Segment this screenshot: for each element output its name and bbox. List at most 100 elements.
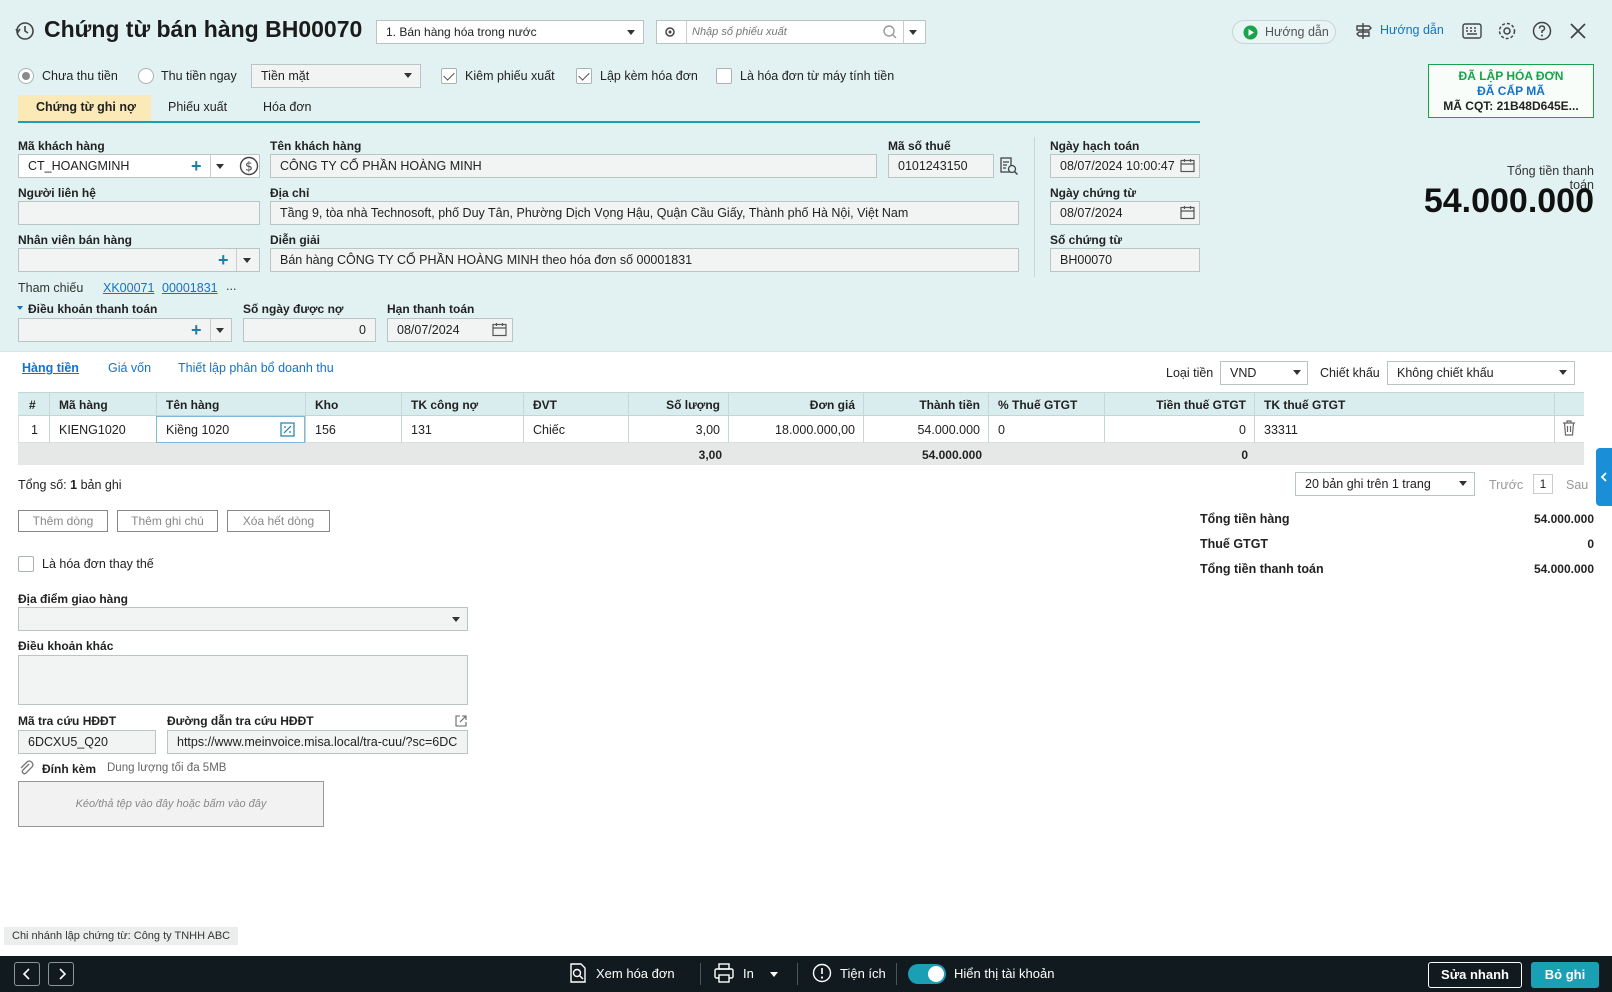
page-title: Chứng từ bán hàng BH00070	[44, 16, 363, 42]
add-row-button[interactable]: Thêm dòng	[18, 510, 108, 532]
tax-code-label: Mã số thuế	[888, 139, 951, 153]
lookup-url-field[interactable]: https://www.meinvoice.misa.local/tra-cuu…	[167, 730, 468, 754]
subtab-goods[interactable]: Hàng tiền	[22, 361, 79, 375]
posting-date-field[interactable]: 08/07/2024 10:00:47	[1050, 154, 1200, 178]
reference-link-export[interactable]: XK00071	[103, 281, 154, 295]
tab-invoice[interactable]: Hóa đơn	[263, 100, 312, 114]
calendar-icon[interactable]	[1180, 158, 1195, 173]
cell-vat-account[interactable]: 33311	[1264, 423, 1298, 437]
contact-label: Người liên hệ	[18, 186, 96, 200]
cell-unit[interactable]: Chiếc	[533, 423, 565, 437]
cell-qty[interactable]: 3,00	[630, 423, 720, 437]
add-staff-icon[interactable]: +	[218, 251, 229, 269]
chevron-down-icon[interactable]	[770, 972, 778, 977]
cell-name[interactable]: Kiềng 1020	[166, 423, 229, 437]
doc-no-field[interactable]: BH00070	[1050, 248, 1200, 272]
cell-price[interactable]: 18.000.000,00	[730, 423, 855, 437]
subtab-cost[interactable]: Giá vốn	[108, 361, 151, 375]
payment-method-select[interactable]: Tiền mặt	[251, 64, 421, 88]
lookup-code-field[interactable]: 6DCXU5_Q20	[18, 730, 156, 754]
reference-link-invoice[interactable]: 00001831	[162, 281, 218, 295]
customer-name-field[interactable]: CÔNG TY CỔ PHẦN HOÀNG MINH	[270, 154, 877, 178]
doc-date-field[interactable]: 08/07/2024	[1050, 201, 1200, 225]
quick-edit-button[interactable]: Sửa nhanh	[1428, 962, 1522, 988]
chevron-down-icon[interactable]	[243, 258, 251, 263]
sale-type-value: 1. Bán hàng hóa trong nước	[386, 25, 537, 39]
col-header-vat-amount: Tiền thuế GTGT	[1156, 398, 1246, 412]
close-icon[interactable]	[1569, 22, 1587, 40]
cell-vat-amount[interactable]: 0	[1106, 423, 1246, 437]
external-link-icon[interactable]	[455, 715, 467, 727]
chevron-down-icon	[1459, 481, 1467, 486]
gear-icon[interactable]	[663, 25, 677, 39]
item-detail-icon[interactable]	[280, 422, 295, 437]
search-icon[interactable]	[882, 24, 898, 40]
dollar-icon[interactable]: $	[239, 156, 259, 176]
other-terms-field[interactable]	[18, 655, 468, 705]
delivery-select[interactable]	[18, 607, 468, 631]
credit-days-field[interactable]: 0	[243, 318, 376, 342]
trash-icon[interactable]	[1562, 420, 1576, 436]
col-header-vat-rate: % Thuế GTGT	[998, 398, 1078, 412]
record-count-suffix: bản ghi	[80, 478, 122, 492]
address-field[interactable]: Tầng 9, tòa nhà Technosoft, phố Duy Tân,…	[270, 201, 1019, 225]
print-button[interactable]: In	[743, 966, 754, 981]
export-checkbox[interactable]	[441, 68, 457, 84]
current-page[interactable]: 1	[1533, 474, 1553, 494]
cell-account[interactable]: 131	[411, 423, 432, 437]
radio-paid[interactable]	[138, 68, 154, 84]
contact-field[interactable]	[18, 201, 260, 225]
utilities-button[interactable]: Tiện ích	[840, 966, 886, 981]
col-header-name: Tên hàng	[166, 398, 220, 412]
chevron-left-icon	[22, 968, 30, 980]
video-guide-label: Hướng dẫn	[1265, 25, 1329, 39]
file-drop-zone[interactable]: Kéo/thả tệp vào đây hoặc bấm vào đây	[18, 781, 324, 827]
add-payment-term-icon[interactable]: +	[191, 321, 202, 339]
chevron-down-icon	[1559, 370, 1567, 375]
guide-link[interactable]: Hướng dẫn	[1380, 23, 1444, 37]
cell-vat-rate[interactable]: 0	[998, 423, 1005, 437]
history-icon[interactable]	[14, 20, 36, 42]
delete-all-rows-button[interactable]: Xóa hết dòng	[227, 510, 330, 532]
add-customer-icon[interactable]: +	[191, 157, 202, 175]
unpost-button[interactable]: Bỏ ghi	[1531, 962, 1599, 988]
next-page[interactable]: Sau	[1566, 478, 1588, 492]
keyboard-icon[interactable]	[1462, 23, 1482, 39]
tab-export-slip[interactable]: Phiếu xuất	[168, 100, 227, 114]
customer-name-value: CÔNG TY CỔ PHẦN HOÀNG MINH	[280, 159, 482, 173]
help-icon[interactable]	[1532, 21, 1552, 41]
settings-icon[interactable]	[1497, 21, 1517, 41]
replace-invoice-checkbox[interactable]	[18, 556, 34, 572]
subtab-revenue-allocation[interactable]: Thiết lập phân bổ doanh thu	[178, 361, 334, 375]
prev-page[interactable]: Trước	[1489, 478, 1523, 492]
payment-terms-label: Điều khoản thanh toán	[28, 302, 158, 316]
discount-select[interactable]: Không chiết khấu	[1387, 361, 1575, 385]
calendar-icon[interactable]	[492, 322, 507, 337]
radio-unpaid[interactable]	[18, 68, 34, 84]
invoice-checkbox[interactable]	[576, 68, 592, 84]
chevron-down-icon[interactable]	[216, 164, 224, 169]
svg-text:$: $	[245, 160, 253, 174]
cell-warehouse[interactable]: 156	[315, 423, 336, 437]
add-note-button[interactable]: Thêm ghi chú	[117, 510, 218, 532]
signpost-icon[interactable]	[1354, 21, 1374, 41]
chevron-down-icon[interactable]	[909, 30, 917, 35]
tax-lookup-icon[interactable]	[999, 156, 1019, 176]
sale-type-select[interactable]: 1. Bán hàng hóa trong nước	[376, 20, 644, 44]
tax-code-field[interactable]: 0101243150	[888, 154, 994, 178]
invoice-status-box: ĐÃ LẬP HÓA ĐƠN ĐÃ CẤP MÃ MÃ CQT: 21B48D6…	[1428, 64, 1594, 118]
calendar-icon[interactable]	[1180, 205, 1195, 220]
description-field[interactable]: Bán hàng CÔNG TY CỔ PHẦN HOÀNG MINH theo…	[270, 248, 1019, 272]
chevron-down-icon[interactable]	[216, 328, 224, 333]
cell-amount[interactable]: 54.000.000	[865, 423, 980, 437]
table-total-row	[18, 443, 1584, 465]
page-size-select[interactable]: 20 bản ghi trên 1 trang	[1295, 472, 1475, 496]
col-header-qty: Số lượng	[666, 398, 720, 412]
export-number-input[interactable]	[692, 22, 872, 42]
view-invoice-button[interactable]: Xem hóa đơn	[596, 966, 675, 981]
cell-code[interactable]: KIENG1020	[59, 423, 126, 437]
reference-more[interactable]: ...	[226, 279, 236, 293]
summary-goods-value: 54.000.000	[1533, 512, 1594, 526]
cash-register-checkbox[interactable]	[716, 68, 732, 84]
collapse-icon[interactable]	[17, 306, 23, 310]
